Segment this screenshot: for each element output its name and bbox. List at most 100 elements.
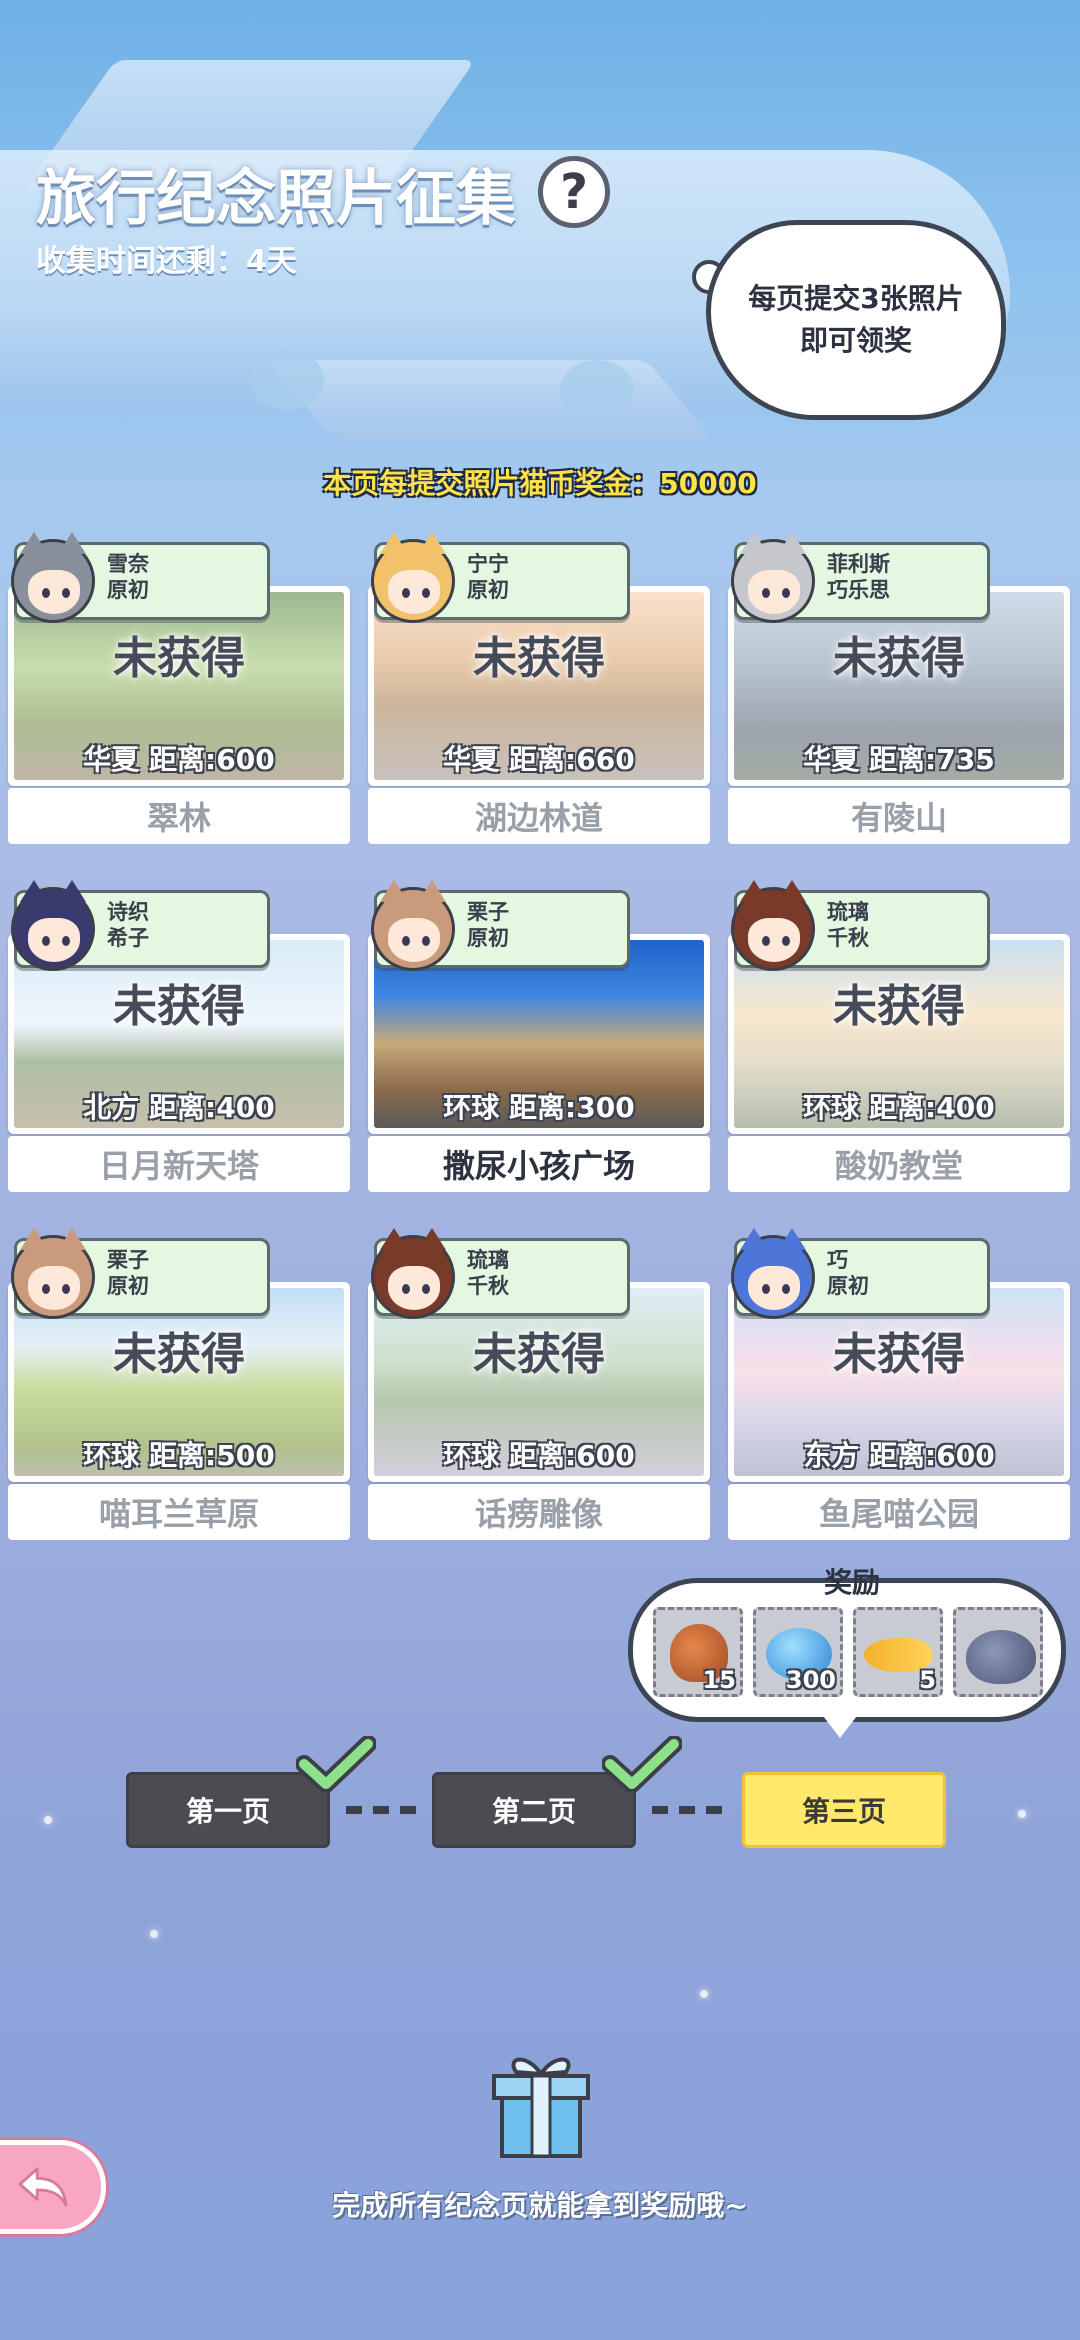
character-tag: 栗子 原初 (371, 880, 630, 971)
reward-item[interactable]: 300 (753, 1607, 843, 1697)
character-names: 诗织 希子 (107, 899, 149, 952)
character-tag: 栗子 原初 (11, 1228, 270, 1319)
help-button[interactable]: ? (538, 156, 610, 228)
character-name-2: 千秋 (827, 926, 869, 951)
sparkle-decoration (44, 1816, 52, 1824)
time-remaining: 收集时间还剩：4天 (36, 244, 297, 279)
status-label: 未获得 (113, 1329, 245, 1380)
character-tag: 宁宁 原初 (371, 532, 630, 623)
character-name-1: 栗子 (107, 1248, 149, 1272)
character-name-2: 原初 (107, 578, 149, 603)
distance-label: 环球 距离:400 (803, 1091, 995, 1124)
sparkle-decoration (150, 1930, 158, 1938)
character-tag: 诗织 希子 (11, 880, 270, 971)
location-name: 湖边林道 (368, 788, 710, 844)
character-name-1: 雪奈 (107, 552, 149, 576)
character-avatar (371, 1228, 455, 1319)
reward-title: 奖励 (823, 1566, 880, 1599)
character-names: 琉璃 千秋 (467, 1247, 509, 1300)
location-name: 有陵山 (728, 788, 1070, 844)
character-name-2: 原初 (467, 926, 509, 951)
character-name-1: 宁宁 (467, 552, 509, 576)
character-names: 雪奈 原初 (107, 551, 149, 604)
character-name-1: 琉璃 (827, 900, 869, 924)
page-connector (346, 1806, 416, 1814)
plane-window (560, 360, 634, 420)
photo-card[interactable]: 未获得 华夏 距离:600 翠林 雪奈 原初 (8, 532, 350, 846)
distance-label: 华夏 距离:600 (83, 743, 275, 776)
distance-label: 华夏 距离:735 (803, 743, 995, 776)
gift-box-icon[interactable] (488, 2050, 594, 2160)
character-names: 菲利斯 巧乐思 (827, 551, 890, 604)
location-name: 话痨雕像 (368, 1484, 710, 1540)
cat-plush-icon (966, 1630, 1036, 1684)
character-name-2: 巧乐思 (827, 578, 890, 603)
reward-items: 15 300 5 (653, 1607, 1043, 1697)
photo-card[interactable]: 未获得 环球 距离:500 喵耳兰草原 栗子 原初 (8, 1228, 350, 1542)
character-name-2: 千秋 (467, 1274, 509, 1299)
photo-card[interactable]: 未获得 东方 距离:600 鱼尾喵公园 巧 原初 (728, 1228, 1070, 1542)
character-tag: 琉璃 千秋 (731, 880, 990, 971)
status-label: 未获得 (113, 633, 245, 684)
character-tag: 巧 原初 (731, 1228, 990, 1319)
character-name-2: 原初 (107, 1274, 149, 1299)
photo-card[interactable]: 未获得 华夏 距离:660 湖边林道 宁宁 原初 (368, 532, 710, 846)
reward-pointer (820, 1712, 860, 1738)
photo-card[interactable]: 环球 距离:300 撒尿小孩广场 栗子 原初 (368, 880, 710, 1194)
location-name: 翠林 (8, 788, 350, 844)
character-avatar (371, 880, 455, 971)
character-name-2: 原初 (827, 1274, 869, 1299)
distance-label: 华夏 距离:660 (443, 743, 635, 776)
back-button[interactable] (0, 2140, 106, 2234)
page-connector (652, 1806, 722, 1814)
back-arrow-icon (18, 2167, 68, 2207)
character-tag: 琉璃 千秋 (371, 1228, 630, 1319)
character-names: 巧 原初 (827, 1247, 869, 1300)
character-avatar (11, 880, 95, 971)
photo-card[interactable]: 未获得 环球 距离:600 话痨雕像 琉璃 千秋 (368, 1228, 710, 1542)
character-names: 栗子 原初 (107, 1247, 149, 1300)
character-avatar (11, 1228, 95, 1319)
hint-bubble: 每页提交3张照片 即可领奖 (706, 220, 1006, 420)
character-name-1: 菲利斯 (827, 552, 890, 576)
status-label: 未获得 (833, 981, 965, 1032)
check-icon (295, 1735, 377, 1793)
reward-count: 15 (702, 1666, 736, 1694)
page-title: 旅行纪念照片征集 (36, 164, 516, 234)
location-name: 日月新天塔 (8, 1136, 350, 1192)
photo-card[interactable]: 未获得 华夏 距离:735 有陵山 菲利斯 巧乐思 (728, 532, 1070, 846)
character-name-1: 栗子 (467, 900, 509, 924)
character-names: 琉璃 千秋 (827, 899, 869, 952)
reward-item[interactable]: 15 (653, 1607, 743, 1697)
hint-line-2: 即可领奖 (799, 324, 912, 357)
character-tag: 雪奈 原初 (11, 532, 270, 623)
character-avatar (371, 532, 455, 623)
character-avatar (731, 1228, 815, 1319)
footer-hint: 完成所有纪念页就能拿到奖励哦~ (332, 2189, 748, 2222)
status-label: 未获得 (833, 633, 965, 684)
character-name-1: 巧 (827, 1248, 848, 1272)
character-name-2: 希子 (107, 926, 149, 951)
sparkle-decoration (1018, 1810, 1026, 1818)
location-name: 鱼尾喵公园 (728, 1484, 1070, 1540)
character-tag: 菲利斯 巧乐思 (731, 532, 990, 623)
distance-label: 环球 距离:500 (83, 1439, 275, 1472)
bonus-text: 本页每提交照片猫币奖金：50000 (323, 467, 757, 500)
page-3-button[interactable]: 第三页 (742, 1772, 946, 1848)
reward-panel[interactable]: 奖励 15 300 5 (628, 1566, 1066, 1722)
distance-label: 环球 距离:300 (443, 1091, 635, 1124)
character-names: 宁宁 原初 (467, 551, 509, 604)
photo-card[interactable]: 未获得 北方 距离:400 日月新天塔 诗织 希子 (8, 880, 350, 1194)
reward-count: 5 (919, 1666, 936, 1694)
character-name-1: 诗织 (107, 900, 149, 924)
status-label: 未获得 (473, 1329, 605, 1380)
reward-item[interactable] (953, 1607, 1043, 1697)
character-names: 栗子 原初 (467, 899, 509, 952)
character-avatar (731, 532, 815, 623)
reward-item[interactable]: 5 (853, 1607, 943, 1697)
distance-label: 东方 距离:600 (803, 1439, 995, 1472)
photo-card[interactable]: 未获得 环球 距离:400 酸奶教堂 琉璃 千秋 (728, 880, 1070, 1194)
character-avatar (11, 532, 95, 623)
check-icon (601, 1735, 683, 1793)
status-label: 未获得 (833, 1329, 965, 1380)
